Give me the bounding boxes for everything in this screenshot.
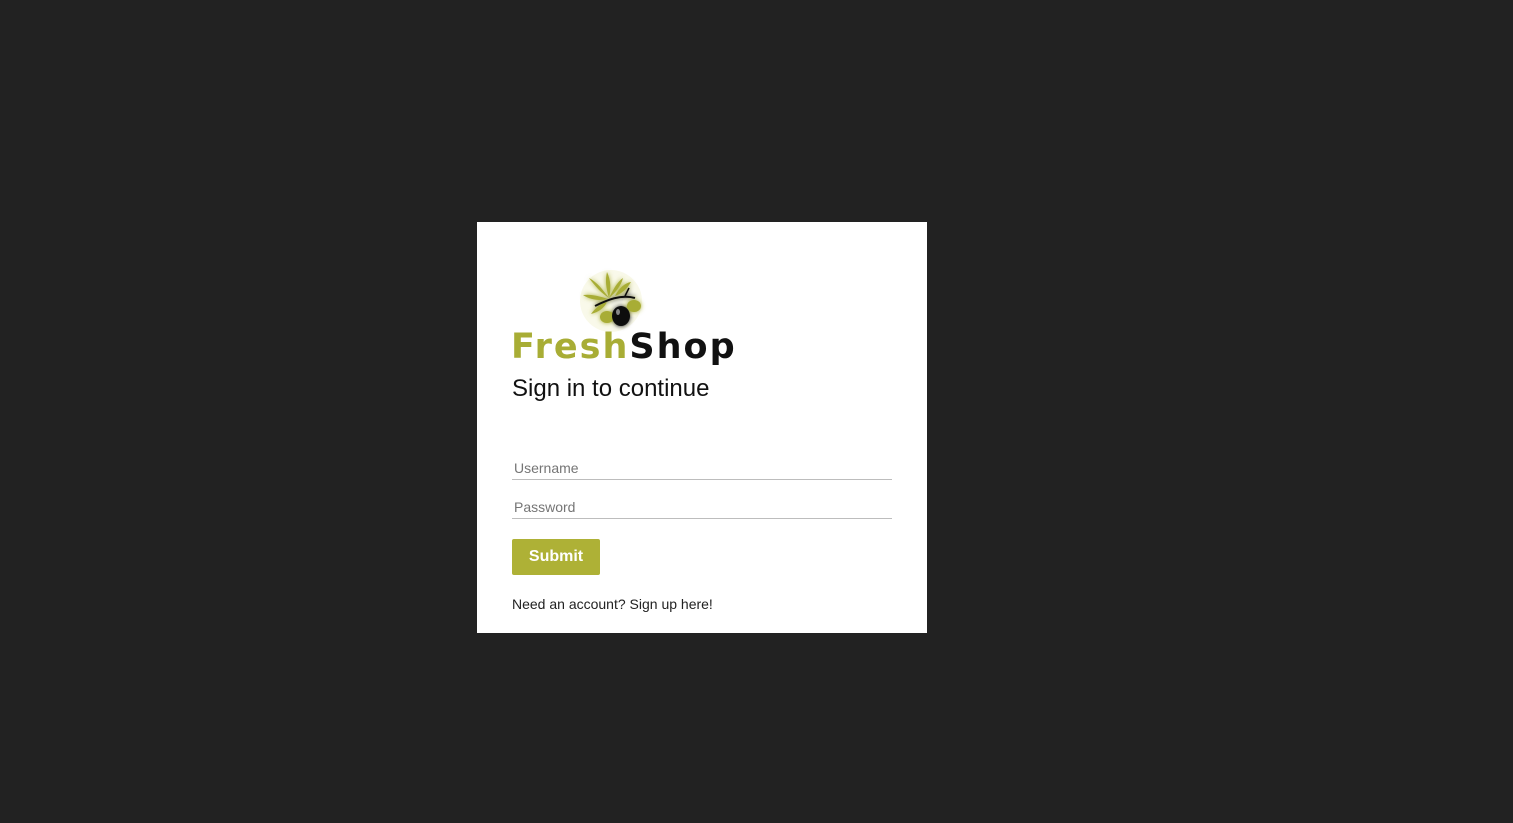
signup-prompt: Need an account? Sign up here! [512,596,713,612]
brand-wordmark: FreshShop [511,330,737,365]
brand-logo: FreshShop [511,268,735,372]
signup-link[interactable]: Sign up here! [630,596,713,612]
brand-wordmark-shop: Shop [629,327,737,367]
signup-prompt-text: Need an account? [512,596,630,612]
olive-branch-icon [580,270,642,332]
submit-button[interactable]: Submit [512,539,600,575]
password-input[interactable] [512,495,892,519]
login-card: FreshShop Sign in to continue Submit Nee… [477,222,927,633]
page-title: Sign in to continue [512,375,710,402]
brand-wordmark-fresh: Fresh [511,327,630,367]
username-input[interactable] [512,456,892,480]
